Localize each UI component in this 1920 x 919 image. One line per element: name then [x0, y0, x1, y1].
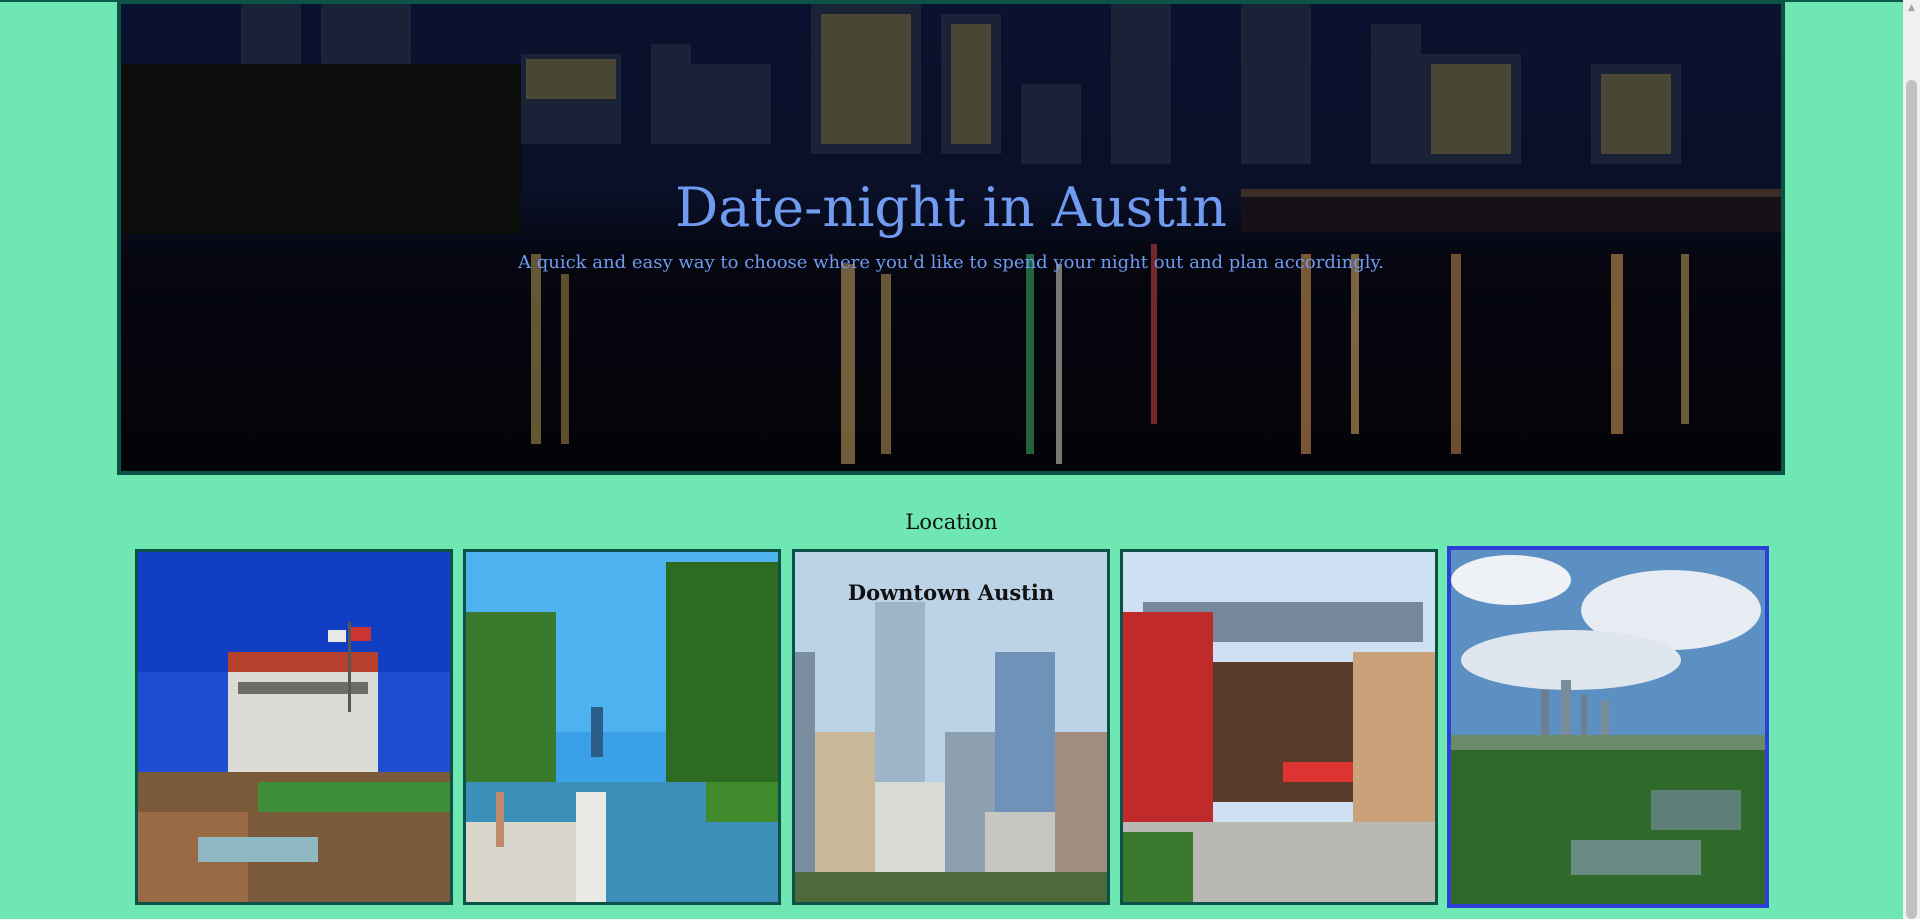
- skyline-aerial-photo: [1451, 550, 1765, 904]
- page-title: Date-night in Austin: [674, 176, 1228, 239]
- location-card-3[interactable]: Downtown Austin: [792, 549, 1110, 905]
- vertical-scrollbar[interactable]: ▲: [1903, 0, 1920, 919]
- section-heading: Location: [905, 510, 998, 534]
- hill-country-photo: [138, 552, 450, 902]
- location-card-4[interactable]: [1120, 549, 1438, 905]
- location-card-2[interactable]: [463, 549, 781, 905]
- location-card-5[interactable]: [1447, 546, 1769, 908]
- scrollbar-thumb[interactable]: [1906, 80, 1917, 919]
- page-subtitle: A quick and easy way to choose where you…: [517, 252, 1385, 273]
- location-card-1[interactable]: [135, 549, 453, 905]
- location-card-label: Downtown Austin: [847, 580, 1055, 605]
- street-market-photo: [1123, 552, 1435, 902]
- hero-banner: Date-night in Austin A quick and easy wa…: [117, 0, 1785, 475]
- scroll-up-arrow-icon[interactable]: ▲: [1903, 0, 1920, 17]
- barton-springs-photo: [466, 552, 778, 902]
